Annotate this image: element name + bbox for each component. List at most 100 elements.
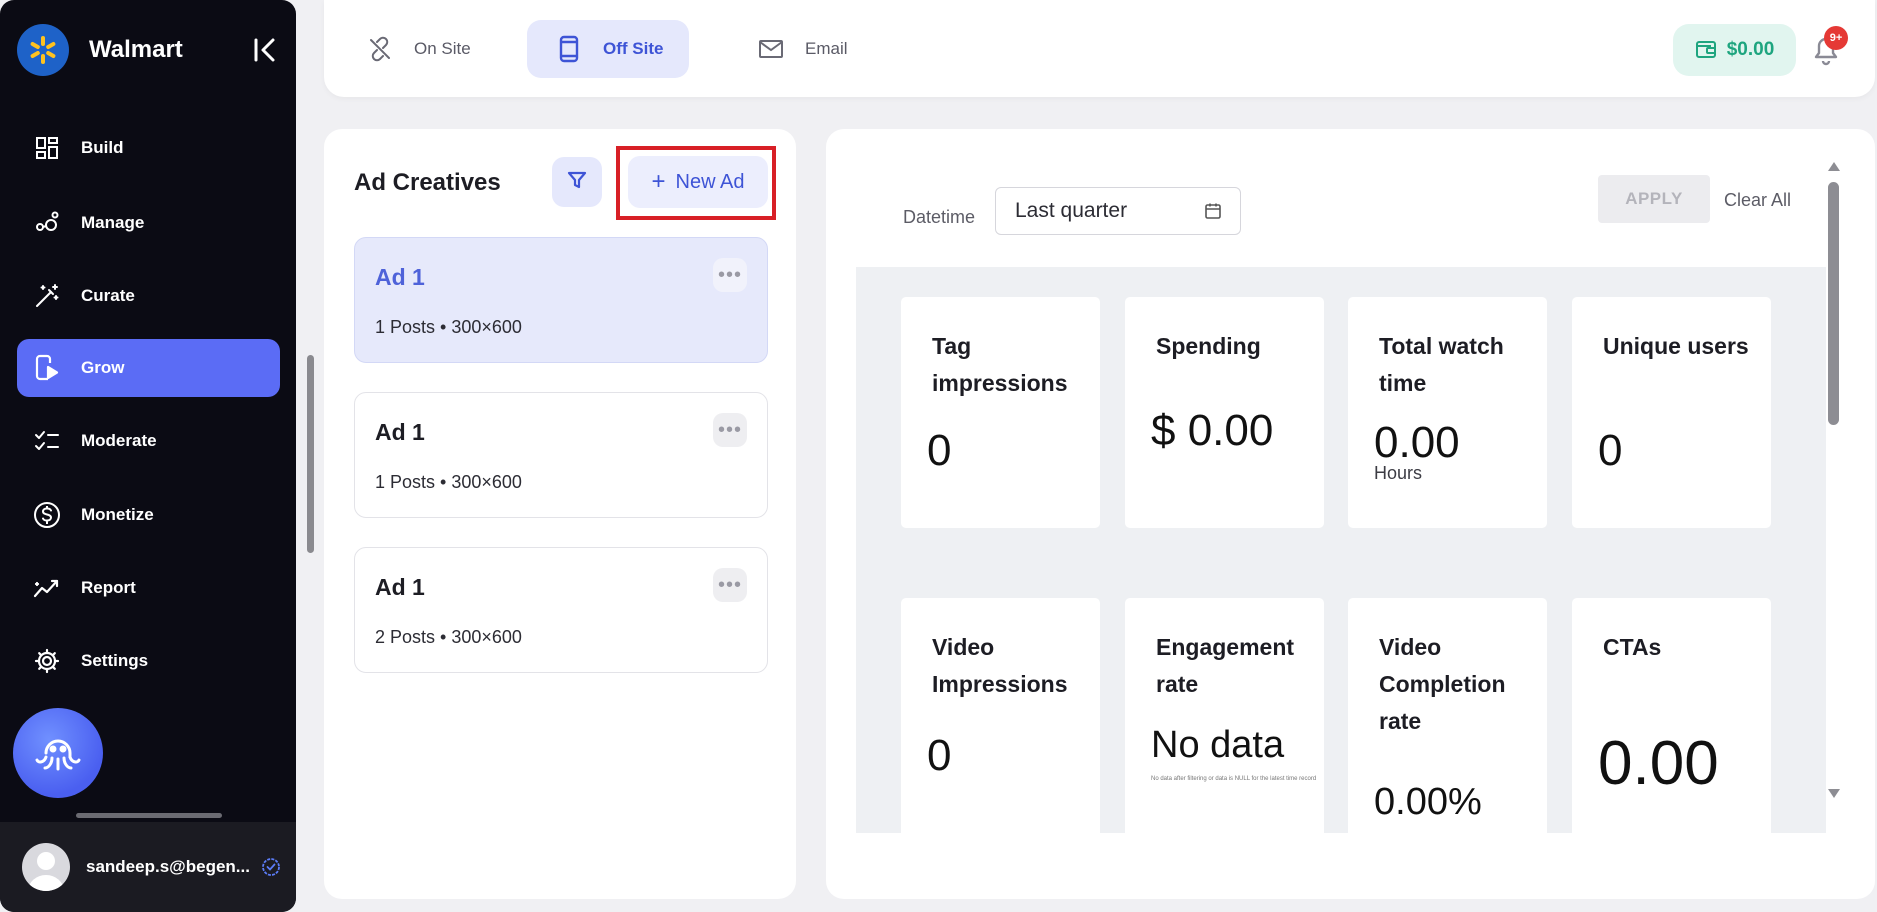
ad-card[interactable]: Ad 1 2 Posts • 300×600 ••• xyxy=(354,547,768,673)
ad-card[interactable]: Ad 1 1 Posts • 300×600 ••• xyxy=(354,392,768,518)
sidebar: Walmart Build Manage Curate Grow Moderat… xyxy=(0,0,296,912)
sidebar-item-label: Report xyxy=(81,578,136,597)
gear-icon xyxy=(33,647,61,675)
analytics-dashboard: Datetime Last quarter APPLY Clear All Ta… xyxy=(856,159,1826,833)
video-phone-icon xyxy=(33,354,61,382)
metric-card-tag-impressions: Tag impressions 0 xyxy=(901,297,1100,528)
filter-button[interactable] xyxy=(552,157,602,207)
brand[interactable]: Walmart xyxy=(17,24,183,76)
more-options-icon[interactable]: ••• xyxy=(713,413,747,447)
checklist-icon xyxy=(33,427,61,455)
sidebar-item-grow[interactable]: Grow xyxy=(17,339,280,397)
new-ad-label: New Ad xyxy=(675,170,745,193)
tab-on-site[interactable]: On Site xyxy=(338,20,497,78)
ad-meta: 1 Posts • 300×600 xyxy=(375,317,522,337)
magic-wand-icon xyxy=(33,282,61,310)
sidebar-item-curate[interactable]: Curate xyxy=(17,267,280,325)
top-bar: On Site Off Site Email $0.00 9+ xyxy=(324,0,1875,97)
sidebar-item-label: Build xyxy=(81,138,124,157)
sidebar-item-moderate[interactable]: Moderate xyxy=(17,412,280,470)
new-ad-button[interactable]: + New Ad xyxy=(628,156,768,208)
ad-meta: 2 Posts • 300×600 xyxy=(375,627,522,647)
metric-value: 0 xyxy=(1598,426,1623,475)
datetime-value: Last quarter xyxy=(1015,199,1128,222)
more-options-icon[interactable]: ••• xyxy=(713,258,747,292)
user-profile[interactable]: sandeep.s@begen... xyxy=(0,822,296,912)
sidebar-scrollbar[interactable] xyxy=(307,355,314,553)
sidebar-item-build[interactable]: Build xyxy=(17,119,280,177)
filter-icon xyxy=(567,170,587,195)
sidebar-item-monetize[interactable]: Monetize xyxy=(17,486,280,544)
ad-creatives-panel: Ad Creatives + New Ad Ad 1 1 Posts • 300… xyxy=(324,129,796,899)
metric-unit: Hours xyxy=(1374,463,1423,483)
sidebar-item-label: Grow xyxy=(81,358,125,377)
dollar-circle-icon xyxy=(33,501,61,529)
link-off-icon xyxy=(366,35,394,63)
ad-meta: 1 Posts • 300×600 xyxy=(375,472,522,492)
metric-card-ctas: CTAs 0.00 xyxy=(1572,598,1771,833)
metric-card-engagement-rate: Engagement rate No data No data after fi… xyxy=(1125,598,1324,833)
metric-label: CTAs xyxy=(1603,634,1662,660)
wallet-balance-button[interactable]: $0.00 xyxy=(1673,24,1796,76)
metric-card-total-watch-time: Total watch time 0.00 Hours xyxy=(1348,297,1547,528)
tab-off-site[interactable]: Off Site xyxy=(527,20,690,78)
sidebar-item-label: Curate xyxy=(81,286,135,305)
sidebar-drag-handle[interactable] xyxy=(76,813,222,818)
sidebar-item-label: Settings xyxy=(81,651,149,670)
datetime-select[interactable]: Last quarter xyxy=(995,187,1241,235)
ad-card[interactable]: Ad 1 1 Posts • 300×600 ••• xyxy=(354,237,768,363)
ad-name: Ad 1 xyxy=(375,419,425,445)
ad-name: Ad 1 xyxy=(375,574,425,600)
more-options-icon[interactable]: ••• xyxy=(713,568,747,602)
metric-card-video-impressions: Video Impressions 0 xyxy=(901,598,1100,833)
verified-badge-icon xyxy=(262,858,280,876)
assistant-bot-icon[interactable] xyxy=(13,708,103,798)
ad-name: Ad 1 xyxy=(375,264,425,290)
collapse-sidebar-icon[interactable] xyxy=(250,35,280,65)
walmart-spark-logo-icon xyxy=(17,24,69,76)
metric-label: Engagement rate xyxy=(1156,634,1295,697)
sidebar-item-label: Moderate xyxy=(81,431,157,450)
plus-icon: + xyxy=(651,168,666,195)
mail-icon xyxy=(757,35,785,63)
phone-icon xyxy=(555,35,583,63)
tab-email[interactable]: Email xyxy=(729,20,874,78)
dashboard-scrollbar[interactable] xyxy=(1828,182,1839,425)
clear-all-button[interactable]: Clear All xyxy=(1724,190,1791,211)
apply-button[interactable]: APPLY xyxy=(1598,175,1710,223)
calendar-icon xyxy=(1204,202,1222,220)
avatar xyxy=(22,843,70,891)
metric-card-spending: Spending $ 0.00 xyxy=(1125,297,1324,528)
sidebar-item-settings[interactable]: Settings xyxy=(17,632,280,690)
nodes-icon xyxy=(33,209,61,237)
tab-label: Email xyxy=(805,39,848,58)
metric-label: Tag impressions xyxy=(932,333,1068,396)
metric-value: 0.00 xyxy=(1374,418,1460,467)
sidebar-item-label: Manage xyxy=(81,213,145,232)
sidebar-item-report[interactable]: Report xyxy=(17,559,280,617)
metric-value: 0.00% xyxy=(1374,781,1482,823)
metric-value: 0.00 xyxy=(1598,729,1719,798)
metric-label: Video Impressions xyxy=(932,634,1068,697)
user-email: sandeep.s@begen... xyxy=(86,857,250,876)
date-filter-row: Datetime Last quarter APPLY Clear All xyxy=(856,159,1826,267)
metric-note: No data after filtering or data is NULL … xyxy=(1151,776,1317,782)
metric-label: Spending xyxy=(1156,333,1261,359)
tab-label: Off Site xyxy=(603,39,664,58)
layout-grid-icon xyxy=(33,134,61,162)
metric-value: $ 0.00 xyxy=(1151,406,1274,455)
scroll-up-arrow-icon[interactable] xyxy=(1828,162,1840,171)
metric-label: Video Completion rate xyxy=(1379,634,1506,734)
sidebar-item-manage[interactable]: Manage xyxy=(17,194,280,252)
tab-label: On Site xyxy=(414,39,471,58)
scroll-down-arrow-icon[interactable] xyxy=(1828,789,1840,798)
metric-value: No data xyxy=(1151,724,1285,766)
notification-badge: 9+ xyxy=(1824,26,1848,50)
sidebar-item-label: Monetize xyxy=(81,505,154,524)
metric-label: Total watch time xyxy=(1379,333,1504,396)
wallet-icon xyxy=(1695,39,1717,61)
brand-name: Walmart xyxy=(89,36,183,63)
wallet-balance: $0.00 xyxy=(1726,39,1775,60)
trend-chart-icon xyxy=(33,574,61,602)
metric-card-video-completion-rate: Video Completion rate 0.00% xyxy=(1348,598,1547,833)
